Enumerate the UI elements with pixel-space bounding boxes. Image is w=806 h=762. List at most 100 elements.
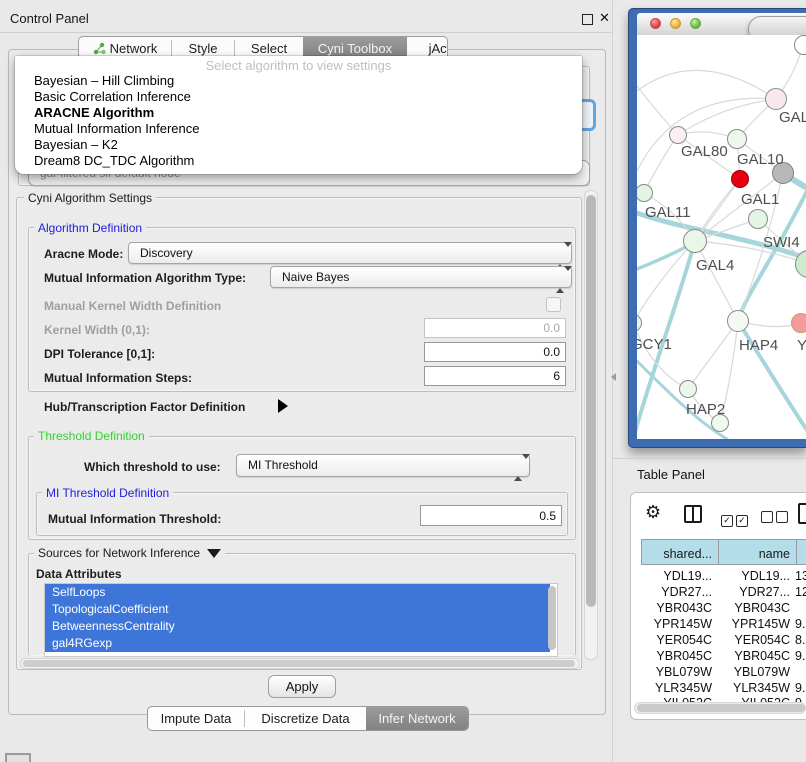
app-root: Control Panel ✕ Network Style [0,0,806,762]
which-threshold-combo[interactable]: MI Threshold [236,454,530,477]
column-header-name[interactable]: name [719,539,797,565]
dropdown-item-aracne[interactable]: ARACNE Algorithm [34,105,154,120]
node-label-gal80: GAL80 [681,143,728,160]
node-gal80[interactable] [669,126,687,144]
table-row[interactable]: YLR345W YLR345W 9. [634,681,806,697]
network-window: GAL7 GAL80 GAL10 GAL1 GAL11 SWI4 GAL4 GC… [628,8,806,448]
kernel-width-label: Kernel Width (0,1): [44,323,150,337]
deselect-all-rows-icon[interactable] [761,510,791,528]
node-label-gal4: GAL4 [696,257,734,274]
dropdown-item-bayesian-hill[interactable]: Bayesian – Hill Climbing [34,73,174,88]
table-hscrollbar-thumb[interactable] [637,704,805,712]
mi-threshold-input[interactable] [420,505,562,526]
table-row[interactable]: YDL19... YDL19... 13 [634,569,806,585]
columns-icon[interactable] [684,505,702,523]
dropdown-prompt: Select algorithm to view settings [15,58,582,73]
node-salmon[interactable] [791,313,806,333]
node-label-swi4: SWI4 [763,234,800,251]
mi-threshold-label: Mutual Information Threshold: [48,512,221,526]
dropdown-item-dream8[interactable]: Dream8 DC_TDC Algorithm [34,153,194,168]
mi-type-combo[interactable]: Naive Bayes [270,266,572,288]
dropdown-item-mutual-information[interactable]: Mutual Information Inference [34,121,199,136]
splitter-arrow-icon[interactable] [611,373,616,381]
dropdown-item-basic-correlation[interactable]: Basic Correlation Inference [34,89,191,104]
list-item-gal4rgexp[interactable]: gal4RGexp [45,635,550,652]
node-label-hap2: HAP2 [686,401,725,418]
combo-arrows-icon [514,459,522,477]
gear-icon[interactable]: ⚙ [645,503,661,521]
control-panel-titlebar: Control Panel ✕ [0,6,612,33]
combo-arrows-icon [556,247,564,265]
node-gal1-red[interactable] [731,170,749,188]
combo-arrows-icon [556,271,564,289]
minimize-traffic-light-icon[interactable] [670,18,681,29]
mi-type-label: Mutual Information Algorithm Type: [44,271,246,285]
dropdown-item-bayesian-k2[interactable]: Bayesian – K2 [34,137,118,152]
aracne-mode-combo[interactable]: Discovery [128,242,572,264]
node-hap2[interactable] [679,380,697,398]
node-label-y-partial: Y [797,337,806,354]
data-attributes-list[interactable]: SelfLoops TopologicalCoefficient Between… [44,583,558,657]
node-label-gcy1: GCY1 [637,336,672,353]
network-icon [93,42,106,55]
float-panel-icon[interactable] [582,14,593,25]
table-row[interactable]: YER054C YER054C 8. [634,633,806,649]
list-item-selfloops[interactable]: SelfLoops [45,584,550,601]
close-traffic-light-icon[interactable] [650,18,661,29]
manual-kernel-checkbox[interactable] [546,297,561,312]
table-panel-title: Table Panel [637,467,705,482]
node-label-hap4: HAP4 [739,337,778,354]
list-item-topological[interactable]: TopologicalCoefficient [45,601,550,618]
apply-button[interactable]: Apply [268,675,336,698]
table-row[interactable]: YBR043C YBR043C [634,601,806,617]
tab-impute-data[interactable]: Impute Data [148,707,244,730]
dpi-tolerance-label: DPI Tolerance [0,1]: [44,347,155,361]
data-attributes-label: Data Attributes [36,567,122,581]
list-item-betweenness[interactable]: BetweennessCentrality [45,618,550,635]
node-label-gal7: GAL7 [779,109,806,126]
network-canvas[interactable]: GAL7 GAL80 GAL10 GAL1 GAL11 SWI4 GAL4 GC… [637,35,806,439]
close-panel-icon[interactable]: ✕ [599,10,610,26]
table-panel-titlebar: Table Panel [613,458,806,487]
collapse-down-icon [207,549,221,558]
sources-title[interactable]: Sources for Network Inference [34,546,225,560]
hub-definition-label[interactable]: Hub/Transcription Factor Definition [44,400,245,414]
mi-steps-label: Mutual Information Steps: [44,371,192,385]
manual-kernel-label: Manual Kernel Width Definition [44,299,221,313]
node-gal4[interactable] [683,229,707,253]
table-row[interactable]: YBR045C YBR045C 9. [634,649,806,665]
list-vscrollbar-thumb[interactable] [548,586,556,650]
settings-vscrollbar-thumb[interactable] [586,195,596,607]
select-all-rows-icon[interactable]: ✓✓ [721,510,751,528]
node-label-gal11: GAL11 [645,204,691,221]
node-gal10[interactable] [727,129,747,149]
expand-right-icon[interactable] [278,399,288,413]
column-header-shared-name[interactable]: shared... [641,539,719,565]
tab-infer-network[interactable]: Infer Network [366,707,468,730]
settings-hscrollbar-thumb[interactable] [23,660,575,667]
node-label-gal10: GAL10 [737,151,784,168]
control-panel-window: Control Panel ✕ Network Style [0,0,613,762]
new-table-icon[interactable] [798,503,806,524]
cyni-algorithm-settings-title: Cyni Algorithm Settings [24,191,156,205]
column-header-cut[interactable] [797,539,806,565]
algorithm-definition-title: Algorithm Definition [34,221,146,235]
zoom-traffic-light-icon[interactable] [690,18,701,29]
tab-discretize-data[interactable]: Discretize Data [245,707,366,730]
node-gal7[interactable] [765,88,787,110]
dock-panel-icon[interactable] [5,753,31,762]
node-hap4[interactable] [727,310,749,332]
control-panel-title: Control Panel [10,11,89,26]
mi-steps-input[interactable] [424,366,566,386]
table-row[interactable]: YBL079W YBL079W [634,665,806,681]
kernel-width-input[interactable] [424,318,566,338]
aracne-mode-label: Aracne Mode: [44,247,123,261]
node-label-gal1: GAL1 [741,191,779,208]
table-row[interactable]: YDR27... YDR27... 12 [634,585,806,601]
mi-threshold-title: MI Threshold Definition [42,486,173,500]
table-row[interactable]: YPR145W YPR145W 9. [634,617,806,633]
which-threshold-label: Which threshold to use: [84,460,221,474]
node-swi4[interactable] [748,209,768,229]
dpi-tolerance-input[interactable] [424,342,566,362]
algorithm-dropdown-overlay: Select algorithm to view settings Bayesi… [15,56,582,174]
